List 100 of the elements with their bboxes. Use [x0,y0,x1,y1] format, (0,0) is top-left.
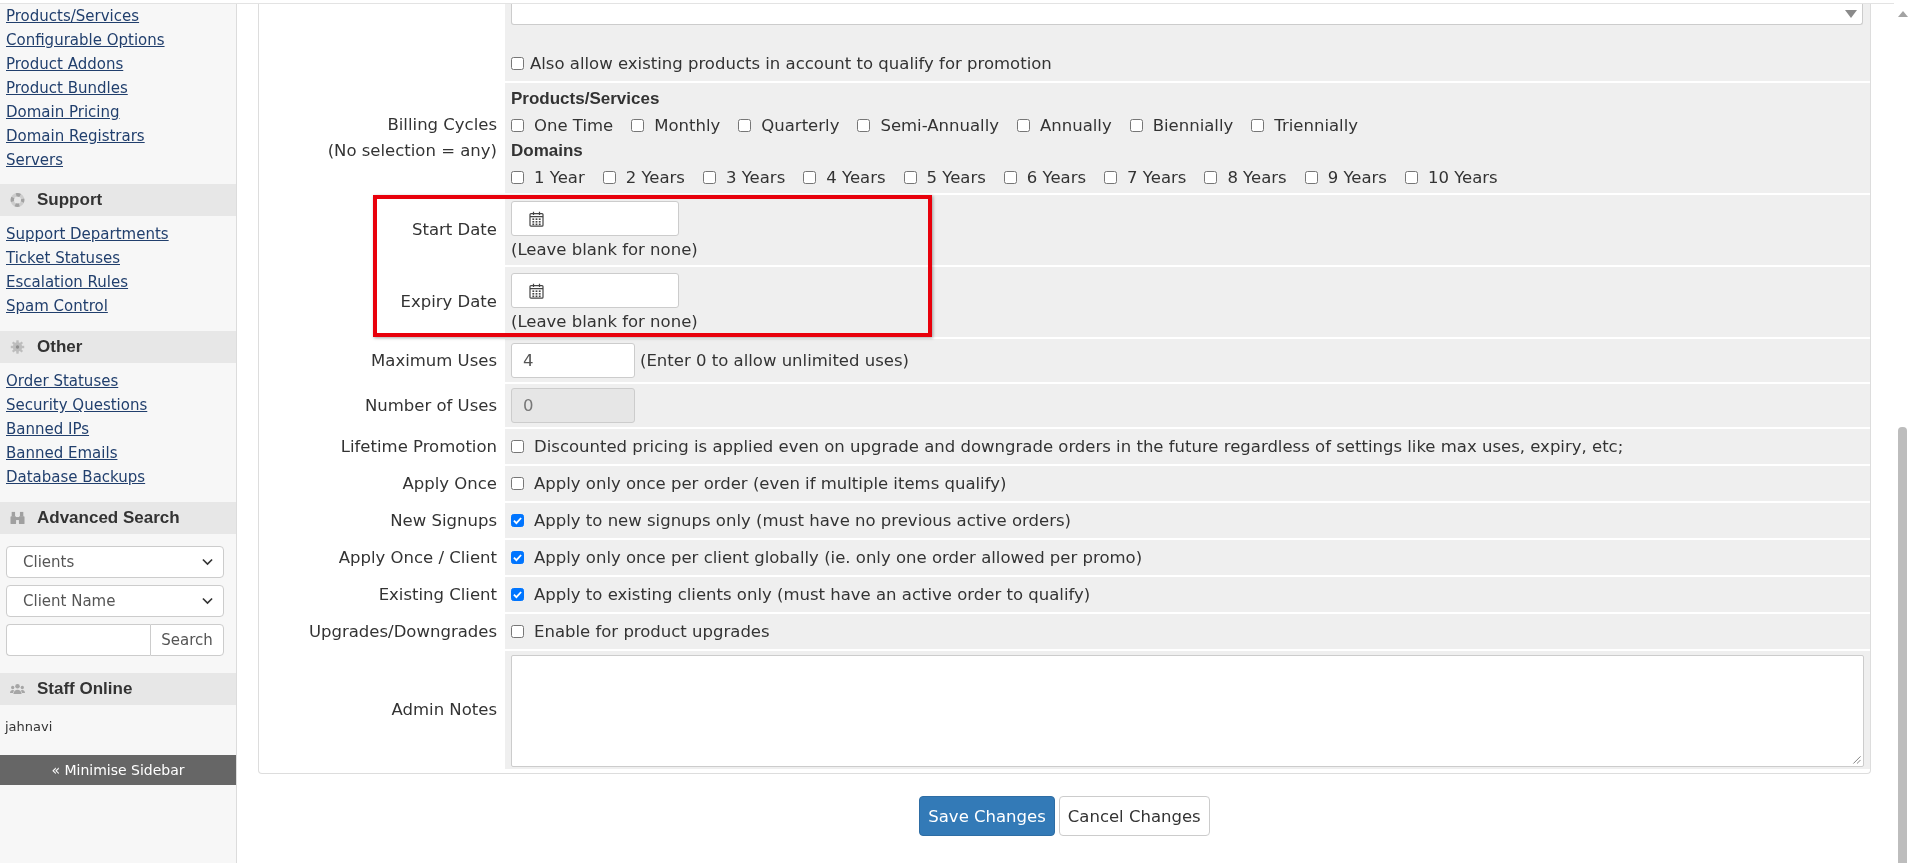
field-label: Lifetime Promotion [340,435,497,458]
checkbox[interactable] [857,118,871,132]
checkbox[interactable] [702,170,716,184]
calendar-icon [529,282,544,299]
sidebar-link[interactable]: Domain Registrars [6,124,145,148]
field-label: Start Date [412,219,497,241]
checkbox-label: 2 Years [625,166,685,189]
sidebar-link[interactable]: Products/Services [6,4,140,28]
checkbox[interactable] [1404,170,1418,184]
checkbox-label: 9 Years [1327,166,1387,189]
checkbox-label: Discounted pricing is applied even on upgrade and downgrade orders in the future regardless of settings like max uses, expiry, etc; [534,436,1624,458]
select-field[interactable]: Clients [6,546,224,578]
sidebar-link[interactable]: Security Questions [6,393,148,417]
sidebar-link[interactable]: Escalation Rules [6,270,129,294]
save-button[interactable]: Save Changes [919,796,1055,836]
checkbox[interactable] [511,551,524,564]
checkbox[interactable] [511,56,524,70]
field-label: Billing Cycles [387,114,497,136]
checkbox[interactable] [903,170,917,184]
field-label: Existing Client [378,583,497,606]
binoculars-icon [10,511,25,525]
checkbox-label: Biennially [1152,114,1234,137]
field-label: Expiry Date [400,291,497,313]
checkbox[interactable] [1304,170,1318,184]
checkbox[interactable] [1251,118,1265,132]
select-field[interactable]: Client Name [6,585,224,617]
sidebar-link[interactable]: Servers [6,148,63,172]
sidebar-link[interactable]: Database Backups [6,465,146,489]
select-field[interactable] [511,4,1863,25]
checkbox-label: 10 Years [1427,166,1498,189]
checkbox-label: 3 Years [725,166,786,189]
date-field[interactable] [511,201,679,236]
checkbox[interactable] [1017,118,1030,132]
field-label: Number of Uses [364,394,497,417]
section-title: Other [37,337,83,357]
group-title: Products/Services [511,88,660,110]
field-hint: (Leave blank for none) [511,239,698,261]
date-field[interactable] [511,273,679,308]
checkbox[interactable] [511,170,524,184]
checkbox[interactable] [602,170,616,184]
ring-icon [10,193,25,207]
scroll-up-arrow-icon[interactable] [1897,11,1908,17]
checkbox[interactable] [511,440,524,453]
checkbox[interactable] [511,588,524,601]
checkbox[interactable] [511,625,524,638]
checkbox[interactable] [1129,118,1143,132]
sidebar-link[interactable]: Ticket Statuses [6,246,120,270]
field-sublabel: (No selection = any) [327,140,497,162]
checkbox-label: One Time [534,114,614,137]
checkbox-label: Apply to existing clients only (must have an active order to qualify) [534,584,1091,606]
checkbox[interactable] [511,118,524,132]
checkbox[interactable] [1003,170,1017,184]
checkbox[interactable] [1204,170,1218,184]
minimise-sidebar-button[interactable]: « Minimise Sidebar [0,755,236,785]
checkbox-label: Annually [1040,114,1112,137]
users-icon [10,682,25,696]
field-hint: (Enter 0 to allow unlimited uses) [640,349,909,372]
section-title: Advanced Search [37,508,180,528]
chevron-down-icon [202,597,213,605]
checkbox[interactable] [738,118,752,132]
gear-icon [10,340,25,354]
checkbox-label: Triennially [1274,114,1359,137]
calendar-icon [529,210,544,227]
section-title: Staff Online [37,679,133,699]
checkbox[interactable] [631,118,645,132]
sidebar-link[interactable]: Domain Pricing [6,100,120,124]
checkbox[interactable] [803,170,817,184]
dropdown-triangle-icon [1845,10,1857,18]
group-title: Domains [511,140,583,162]
number-field: 0 [511,388,635,423]
checkbox-label: Enable for product upgrades [534,621,770,643]
sidebar-link[interactable]: Configurable Options [6,28,165,52]
sidebar-link[interactable]: Support Departments [6,222,169,246]
sidebar-link[interactable]: Product Addons [6,52,124,76]
staff-name: jahnavi [5,719,53,734]
field-label: Apply Once / Client [338,546,497,569]
checkbox-label: Quarterly [761,114,840,137]
search-button[interactable]: Search [150,624,224,656]
sidebar-link[interactable]: Order Statuses [6,369,119,393]
checkbox-label: Also allow existing products in account to qualify for promotion [530,52,1052,75]
sidebar-link[interactable]: Product Bundles [6,76,128,100]
checkbox[interactable] [511,477,524,490]
checkbox-label: 8 Years [1227,166,1287,189]
field-label: Admin Notes [391,699,497,721]
checkbox-label: 7 Years [1127,166,1187,189]
number-field[interactable]: 4 [511,343,635,378]
checkbox-label: Monthly [654,114,721,137]
scrollbar-thumb[interactable] [1898,427,1907,863]
checkbox[interactable] [511,514,524,527]
checkbox-label: Apply to new signups only (must have no previous active orders) [534,510,1072,532]
cancel-button[interactable]: Cancel Changes [1058,796,1210,836]
sidebar-link[interactable]: Spam Control [6,294,108,318]
checkbox-label: 6 Years [1026,166,1087,189]
sidebar-link[interactable]: Banned Emails [6,441,118,465]
field-label: Upgrades/Downgrades [308,620,497,643]
checkbox-label: Apply only once per order (even if multiple items qualify) [534,473,1007,495]
search-field[interactable] [6,624,150,656]
checkbox-label: 5 Years [926,166,986,189]
sidebar-link[interactable]: Banned IPs [6,417,90,441]
checkbox[interactable] [1104,170,1118,184]
